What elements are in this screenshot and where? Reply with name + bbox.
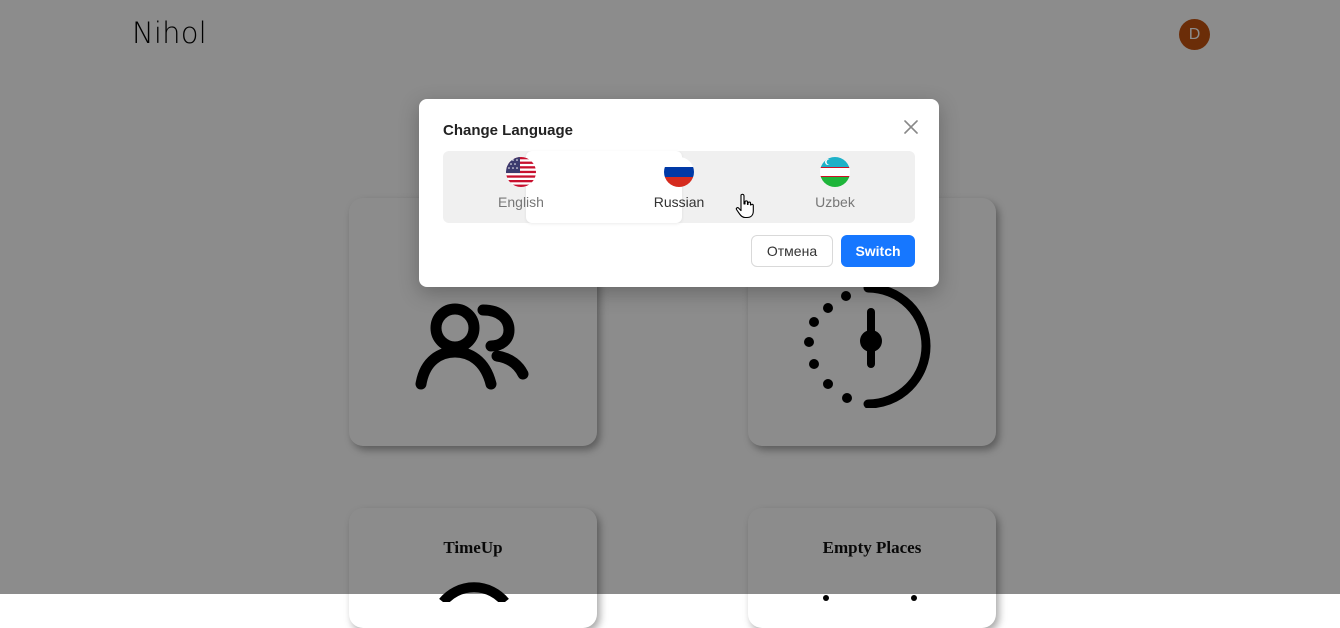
- modal-overlay[interactable]: [0, 0, 1340, 594]
- russia-flag-icon: [664, 157, 694, 187]
- language-label: English: [498, 194, 544, 210]
- switch-button[interactable]: Switch: [841, 235, 915, 267]
- us-flag-icon: [506, 157, 536, 187]
- hand-pointer-cursor-icon: [735, 193, 754, 219]
- uzbekistan-flag-icon: [820, 157, 850, 187]
- close-button[interactable]: [902, 118, 920, 136]
- language-segmented-control: English Russian Uzbek: [443, 151, 915, 223]
- modal-title: Change Language: [443, 122, 574, 139]
- close-icon: [904, 120, 918, 134]
- language-label: Russian: [653, 194, 705, 210]
- language-option-uzbek[interactable]: Uzbek: [757, 151, 913, 223]
- change-language-modal: Change Language English Russian Uzbek От…: [419, 99, 939, 287]
- language-option-english[interactable]: English: [443, 151, 599, 223]
- cancel-button[interactable]: Отмена: [751, 235, 833, 267]
- language-option-russian[interactable]: Russian: [601, 151, 757, 223]
- language-label: Uzbek: [815, 194, 855, 210]
